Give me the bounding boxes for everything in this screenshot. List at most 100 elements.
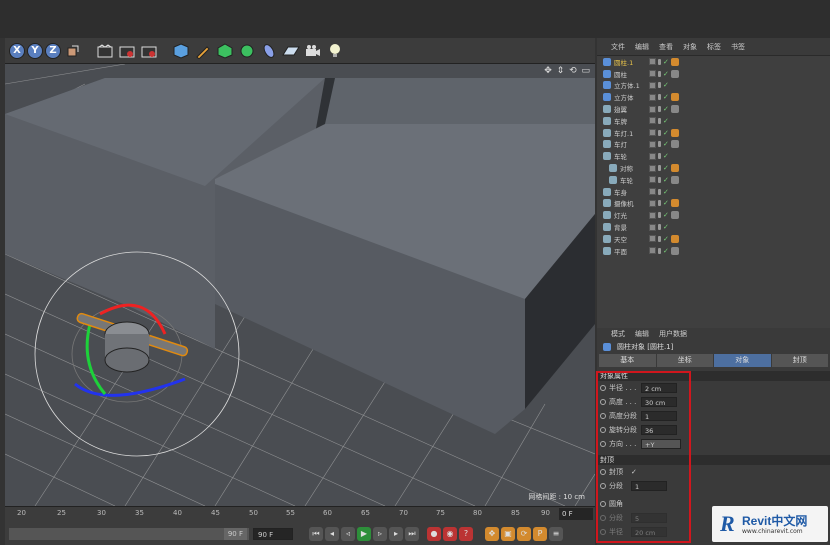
object-row[interactable]: 车灯.1 ✓ <box>597 127 830 139</box>
tag-icon[interactable] <box>671 223 679 231</box>
object-row[interactable]: 摄像机 ✓ <box>597 198 830 210</box>
visibility-dots-icon[interactable] <box>658 224 661 231</box>
lock-x-axis-button[interactable]: X <box>9 42 25 59</box>
visibility-dots-icon[interactable] <box>658 165 661 172</box>
layer-checkbox[interactable] <box>649 105 656 113</box>
enable-check-icon[interactable]: ✓ <box>663 105 669 113</box>
previous-key-icon[interactable]: ◂ <box>325 526 339 541</box>
record-icon[interactable]: ● <box>427 526 441 541</box>
visibility-dots-icon[interactable] <box>658 141 661 148</box>
enable-check-icon[interactable]: ✓ <box>663 93 669 101</box>
visibility-dots-icon[interactable] <box>658 235 661 242</box>
next-key-icon[interactable]: ▸ <box>389 526 403 541</box>
tag-icon[interactable] <box>671 117 679 125</box>
menu-objects[interactable]: 对象 <box>683 42 697 52</box>
layer-checkbox[interactable] <box>649 81 656 89</box>
object-name[interactable]: 车灯.1 <box>614 128 654 138</box>
object-row[interactable]: 天空 ✓ <box>597 233 830 245</box>
visibility-dots-icon[interactable] <box>658 117 661 124</box>
object-row[interactable]: 平面 ✓ <box>597 245 830 257</box>
object-name[interactable]: 翅翼 <box>614 104 654 114</box>
parameter-key-icon[interactable]: P <box>533 526 547 541</box>
enable-check-icon[interactable]: ✓ <box>663 176 669 184</box>
array-icon[interactable] <box>237 41 257 61</box>
render-settings-icon[interactable] <box>139 41 159 61</box>
enable-check-icon[interactable]: ✓ <box>663 235 669 243</box>
visibility-dots-icon[interactable] <box>658 176 661 183</box>
menu-view[interactable]: 查看 <box>659 42 673 52</box>
enable-check-icon[interactable]: ✓ <box>663 58 669 66</box>
render-picture-viewer-icon[interactable] <box>117 41 137 61</box>
layer-checkbox[interactable] <box>649 211 656 219</box>
object-name[interactable]: 车身 <box>614 187 654 197</box>
coordinate-system-icon[interactable] <box>63 41 83 61</box>
menu-tags[interactable]: 标签 <box>707 42 721 52</box>
object-name[interactable]: 立方体.1 <box>614 80 654 90</box>
layer-checkbox[interactable] <box>649 93 656 101</box>
end-frame-field[interactable]: 90 F <box>253 527 293 540</box>
enable-check-icon[interactable]: ✓ <box>663 117 669 125</box>
enable-check-icon[interactable]: ✓ <box>663 188 669 196</box>
tag-icon[interactable] <box>670 175 679 184</box>
tag-icon[interactable] <box>670 140 679 149</box>
menu-edit[interactable]: 编辑 <box>635 42 649 52</box>
scale-key-icon[interactable]: ▣ <box>501 526 515 541</box>
object-name[interactable]: 天空 <box>614 234 654 244</box>
enable-check-icon[interactable]: ✓ <box>663 140 669 148</box>
layer-checkbox[interactable] <box>649 223 656 231</box>
enable-check-icon[interactable]: ✓ <box>663 247 669 255</box>
viewport-navigation-icons[interactable]: ✥ ⇕ ⟲ ▭ <box>544 66 591 76</box>
tag-icon[interactable] <box>671 188 679 196</box>
lock-y-axis-button[interactable]: Y <box>27 42 43 59</box>
layer-checkbox[interactable] <box>649 199 656 207</box>
visibility-dots-icon[interactable] <box>658 82 661 89</box>
deformer-icon[interactable] <box>259 41 279 61</box>
lock-z-axis-button[interactable]: Z <box>45 42 61 59</box>
pen-spline-icon[interactable] <box>193 41 213 61</box>
object-name[interactable]: 车灯 <box>614 139 654 149</box>
object-row[interactable]: 立方体 ✓ <box>597 91 830 103</box>
camera-icon[interactable] <box>303 41 323 61</box>
visibility-dots-icon[interactable] <box>658 129 661 136</box>
subdivision-icon[interactable] <box>215 41 235 61</box>
object-row[interactable]: 车牌 ✓ <box>597 115 830 127</box>
visibility-dots-icon[interactable] <box>658 70 661 77</box>
layer-checkbox[interactable] <box>649 152 656 160</box>
visibility-dots-icon[interactable] <box>658 247 661 254</box>
layer-checkbox[interactable] <box>649 235 656 243</box>
layer-checkbox[interactable] <box>649 140 656 148</box>
object-row[interactable]: 车轮 ✓ <box>597 150 830 162</box>
object-row[interactable]: 圆柱 ✓ <box>597 68 830 80</box>
menu-user-data[interactable]: 用户数据 <box>659 329 687 339</box>
object-name[interactable]: 圆柱.1 <box>614 57 654 67</box>
visibility-dots-icon[interactable] <box>658 153 661 160</box>
object-row[interactable]: 对称 ✓ <box>597 162 830 174</box>
layer-checkbox[interactable] <box>649 117 656 125</box>
tag-icon[interactable] <box>670 234 679 243</box>
object-row[interactable]: 车灯 ✓ <box>597 139 830 151</box>
tag-icon[interactable] <box>670 57 679 66</box>
object-row[interactable]: 背景 ✓ <box>597 221 830 233</box>
enable-check-icon[interactable]: ✓ <box>663 211 669 219</box>
visibility-dots-icon[interactable] <box>658 212 661 219</box>
object-row[interactable]: 车身 ✓ <box>597 186 830 198</box>
tag-icon[interactable] <box>670 128 679 137</box>
frame-range-slider[interactable]: 90 F <box>9 527 249 540</box>
layer-checkbox[interactable] <box>649 164 656 172</box>
tab-caps[interactable]: 封顶 <box>771 354 828 367</box>
menu-mode[interactable]: 模式 <box>611 329 625 339</box>
object-row[interactable]: 灯光 ✓ <box>597 209 830 221</box>
object-name[interactable]: 车牌 <box>614 116 654 126</box>
timeline-ruler[interactable]: 20 25 30 35 40 45 50 55 60 65 70 75 80 8… <box>5 506 595 522</box>
cube-icon[interactable] <box>171 41 191 61</box>
object-row[interactable]: 车轮 ✓ <box>597 174 830 186</box>
tag-icon[interactable] <box>670 246 679 255</box>
enable-check-icon[interactable]: ✓ <box>663 223 669 231</box>
tab-coord[interactable]: 坐标 <box>656 354 713 367</box>
current-frame-field[interactable]: 0 F <box>559 508 593 520</box>
move-key-icon[interactable]: ✥ <box>485 526 499 541</box>
tag-icon[interactable] <box>671 81 679 89</box>
object-row[interactable]: 翅翼 ✓ <box>597 103 830 115</box>
layer-checkbox[interactable] <box>649 129 656 137</box>
menu-file[interactable]: 文件 <box>611 42 625 52</box>
